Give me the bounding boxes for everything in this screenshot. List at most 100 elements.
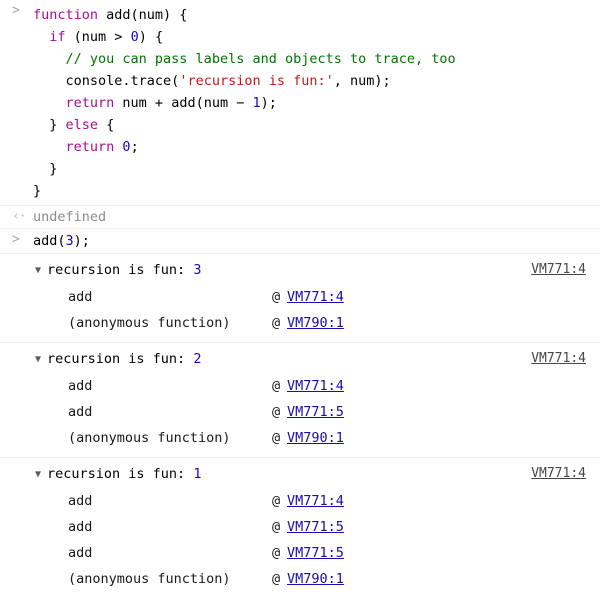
at-symbol-icon: @ — [272, 315, 281, 331]
stack-frame-row[interactable]: add @ VM771:4 — [0, 373, 600, 399]
stack-frame-function-name: add — [68, 289, 93, 305]
code-line: } — [33, 180, 600, 202]
code-token-plain: add(num) { — [106, 7, 188, 23]
code-token-num: 1 — [252, 95, 261, 111]
code-token-plain: add( — [33, 233, 66, 249]
trace-message-label: recursion is fun: — [47, 466, 194, 482]
code-token-kw: if — [49, 29, 74, 45]
code-token-plain: } — [33, 183, 42, 199]
at-symbol-icon: @ — [272, 404, 281, 420]
code-line: // you can pass labels and objects to tr… — [33, 48, 600, 70]
trace-group[interactable]: ▼ recursion is fun: 1 VM771:4 add @ VM771:4 ad… — [0, 458, 600, 598]
code-token-plain: { — [106, 117, 115, 133]
stack-frame-source-link[interactable]: VM790:1 — [287, 425, 344, 451]
stack-frame-source-link[interactable]: VM771:5 — [287, 514, 344, 540]
stack-frame-row[interactable]: (anonymous function) @ VM790:1 — [0, 425, 600, 451]
stack-frame-function-name: add — [68, 378, 93, 394]
stack-frame-source-link[interactable]: VM771:4 — [287, 488, 344, 514]
trace-source-link[interactable]: VM771:4 — [531, 258, 586, 282]
console-input-entry[interactable]: > function add(num) { if (num > 0) { // … — [0, 0, 600, 206]
stack-frame-row[interactable]: (anonymous function) @ VM790:1 — [0, 310, 600, 336]
trace-source-link[interactable]: VM771:4 — [531, 347, 586, 371]
code-line: return num + add(num − 1); — [33, 92, 600, 114]
code-token-plain: ) { — [138, 29, 164, 45]
stack-frame-function-name: (anonymous function) — [68, 430, 231, 446]
code-token-plain: , num); — [333, 73, 391, 89]
code-token-plain: ); — [73, 233, 90, 249]
code-token-kw: else — [65, 117, 107, 133]
stack-frame-source-link[interactable]: VM771:4 — [287, 284, 344, 310]
stack-frame-source-link[interactable]: VM771:4 — [287, 373, 344, 399]
code-line: } — [33, 158, 600, 180]
code-token-plain: (num > — [73, 29, 131, 45]
trace-group-header[interactable]: ▼ recursion is fun: 3 VM771:4 — [0, 258, 600, 284]
prompt-marker-icon: > — [12, 3, 20, 18]
code-line: } else { — [33, 114, 600, 136]
trace-group-header[interactable]: ▼ recursion is fun: 2 VM771:4 — [0, 347, 600, 373]
console-input-entry-2[interactable]: > add(3); — [0, 229, 600, 254]
trace-group-header[interactable]: ▼ recursion is fun: 1 VM771:4 — [0, 462, 600, 488]
stack-frame-row[interactable]: add @ VM771:4 — [0, 284, 600, 310]
stack-frame-function-name: add — [68, 545, 93, 561]
stack-frame-function-name: add — [68, 404, 93, 420]
code-line: console.trace('recursion is fun:', num); — [33, 70, 600, 92]
stack-frame-function-name: (anonymous function) — [68, 571, 231, 587]
code-token-plain: } — [33, 117, 66, 133]
at-symbol-icon: @ — [272, 571, 281, 587]
stack-frame-function-name: add — [68, 493, 93, 509]
at-symbol-icon: @ — [272, 519, 281, 535]
code-token-num: 0 — [122, 139, 131, 155]
at-symbol-icon: @ — [272, 378, 281, 394]
trace-message-argument: 1 — [193, 466, 202, 482]
code-token-plain: console.trace( — [33, 73, 180, 89]
code-token-num: 0 — [130, 29, 139, 45]
stack-frame-source-link[interactable]: VM790:1 — [287, 310, 344, 336]
code-line: return 0; — [33, 136, 600, 158]
code-token-plain: } — [33, 161, 58, 177]
chevron-down-icon[interactable]: ▼ — [35, 259, 47, 283]
stack-frame-row[interactable]: add @ VM771:4 — [0, 488, 600, 514]
stack-frame-function-name: (anonymous function) — [68, 315, 231, 331]
code-token-kw: return — [65, 139, 123, 155]
code-token-com: // you can pass labels and objects to tr… — [65, 51, 456, 67]
trace-source-link[interactable]: VM771:4 — [531, 462, 586, 486]
chevron-down-icon[interactable]: ▼ — [35, 348, 47, 372]
code2-line: add(3); — [33, 230, 600, 252]
code-line: if (num > 0) { — [33, 26, 600, 48]
stack-frame-source-link[interactable]: VM771:5 — [287, 399, 344, 425]
trace-groups-container: ▼ recursion is fun: 3 VM771:4 add @ VM771:4 (a… — [0, 254, 600, 598]
trace-message-label: recursion is fun: — [47, 262, 194, 278]
chevron-down-icon[interactable]: ▼ — [35, 463, 47, 487]
code-line: function add(num) { — [33, 4, 600, 26]
code-token-plain: ; — [130, 139, 139, 155]
output-marker-icon: ‹· — [12, 209, 27, 224]
stack-frame-row[interactable]: (anonymous function) @ VM790:1 — [0, 566, 600, 592]
stack-frame-function-name: add — [68, 519, 93, 535]
stack-frame-row[interactable]: add @ VM771:5 — [0, 399, 600, 425]
trace-group[interactable]: ▼ recursion is fun: 3 VM771:4 add @ VM771:4 (a… — [0, 254, 600, 343]
stack-frame-source-link[interactable]: VM790:1 — [287, 566, 344, 592]
code-token-num: 3 — [65, 233, 74, 249]
code-token-kw: return — [65, 95, 123, 111]
trace-message-argument: 3 — [193, 262, 202, 278]
trace-group[interactable]: ▼ recursion is fun: 2 VM771:4 add @ VM771:4 ad… — [0, 343, 600, 458]
code-token-kw: function — [33, 7, 107, 23]
at-symbol-icon: @ — [272, 493, 281, 509]
source-code-block-2[interactable]: add(3); — [0, 229, 600, 253]
stack-frame-row[interactable]: add @ VM771:5 — [0, 540, 600, 566]
prompt-marker-icon-2: > — [12, 232, 20, 247]
result-value: undefined — [33, 209, 107, 225]
stack-frame-row[interactable]: add @ VM771:5 — [0, 514, 600, 540]
at-symbol-icon: @ — [272, 430, 281, 446]
trace-message-label: recursion is fun: — [47, 351, 194, 367]
at-symbol-icon: @ — [272, 289, 281, 305]
trace-message-argument: 2 — [193, 351, 202, 367]
code-token-str: 'recursion is fun:' — [179, 73, 334, 89]
console-result-entry: ‹· undefined — [0, 206, 600, 229]
source-code-block[interactable]: function add(num) { if (num > 0) { // yo… — [0, 0, 600, 205]
stack-frame-source-link[interactable]: VM771:5 — [287, 540, 344, 566]
